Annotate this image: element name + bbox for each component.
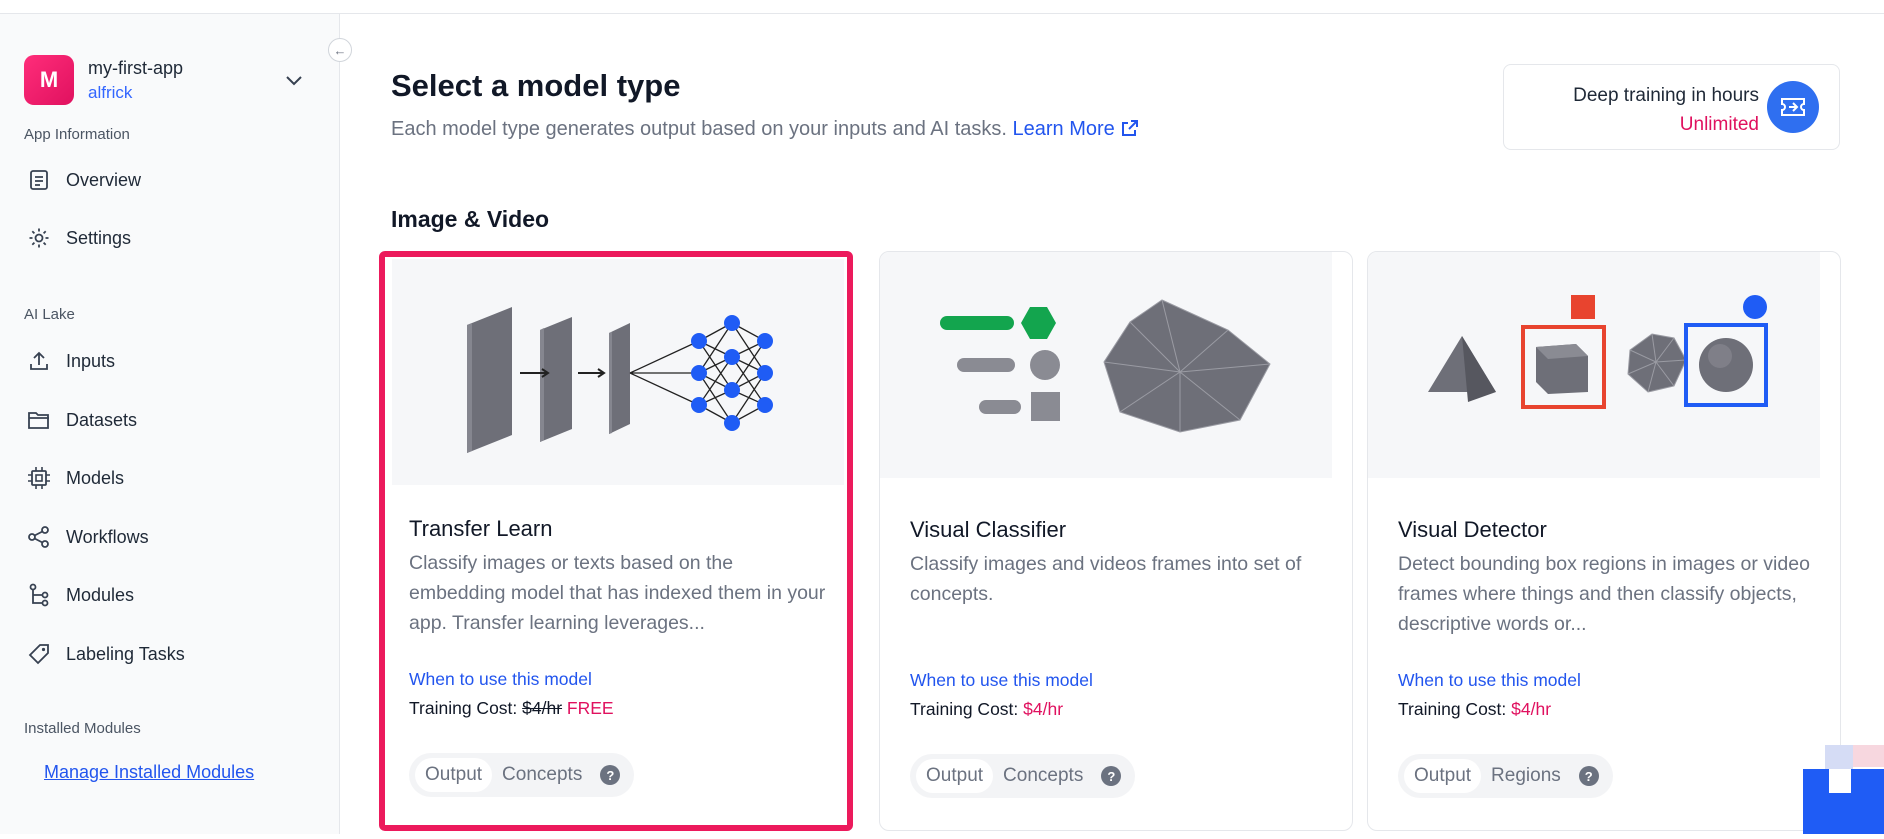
training-cost: Training Cost: $4/hr [910, 699, 1064, 719]
page-subtitle: Each model type generates output based o… [391, 118, 1140, 141]
app-switcher[interactable]: M my-first-app alfrick [24, 54, 314, 106]
tag-concepts[interactable]: Concepts [993, 759, 1093, 793]
card-description: Detect bounding box regions in images or… [1398, 553, 1810, 635]
sidebar-item-label: Datasets [66, 409, 138, 430]
top-bar [0, 0, 1884, 14]
tag-regions[interactable]: Regions [1481, 759, 1571, 793]
section-label-app-info: App Information [24, 126, 130, 143]
help-icon[interactable]: ? [1101, 766, 1122, 786]
share-icon [26, 524, 52, 550]
card-title: Visual Detector [1398, 517, 1547, 542]
sidebar: M my-first-app alfrick App Information O… [0, 14, 340, 834]
ticket-icon [1767, 81, 1819, 133]
card-title: Visual Classifier [910, 517, 1067, 542]
section-label-ai-lake: AI Lake [24, 306, 75, 323]
sidebar-item-label: Settings [66, 227, 132, 248]
sidebar-item-label: Models [66, 467, 125, 488]
visual-detector-illustration [1368, 252, 1820, 478]
gear-icon [26, 225, 52, 251]
model-card-visual-classifier[interactable]: Visual Classifier Classify images and vi… [879, 251, 1353, 831]
cost-value: $4/hr [1511, 699, 1552, 719]
model-card-transfer-learn[interactable]: Transfer Learn Classify images or texts … [379, 251, 853, 831]
chip-icon [26, 465, 52, 491]
tag-output[interactable]: Output [415, 758, 493, 792]
old-cost: $4/hr [522, 698, 563, 718]
sidebar-item-inputs[interactable]: Inputs [26, 344, 115, 378]
chat-widget-icon[interactable] [1803, 745, 1884, 834]
card-description: Classify images and videos frames into s… [910, 553, 1302, 605]
sidebar-item-models[interactable]: Models [26, 461, 124, 495]
training-cost: Training Cost: $4/hr [1398, 699, 1552, 719]
app-avatar: M [24, 55, 74, 105]
app-user[interactable]: alfrick [88, 83, 183, 103]
sidebar-item-modules[interactable]: Modules [26, 578, 134, 612]
app-name: my-first-app [88, 57, 184, 78]
sidebar-item-labeling-tasks[interactable]: Labeling Tasks [26, 637, 185, 671]
when-to-use-link[interactable]: When to use this model [910, 670, 1093, 691]
tree-icon [26, 582, 52, 608]
sidebar-item-label: Overview [66, 169, 142, 190]
external-link-icon [1122, 120, 1139, 136]
sidebar-item-overview[interactable]: Overview [26, 163, 141, 197]
subtitle-text: Each model type generates output based o… [391, 118, 1007, 140]
training-hours-value: Unlimited [1679, 114, 1759, 135]
card-title: Transfer Learn [409, 516, 553, 541]
sidebar-item-workflows[interactable]: Workflows [26, 520, 149, 554]
section-label-installed-modules: Installed Modules [24, 720, 141, 737]
collapse-sidebar-button[interactable]: ← [328, 38, 352, 62]
cost-value: FREE [566, 698, 614, 718]
tag-icon [26, 641, 52, 667]
sidebar-item-settings[interactable]: Settings [26, 221, 131, 255]
section-title-image-video: Image & Video [391, 206, 550, 232]
when-to-use-link[interactable]: When to use this model [409, 669, 592, 690]
training-cost: Training Cost: $4/hr FREE [409, 698, 614, 718]
tag-output[interactable]: Output [1404, 759, 1482, 793]
help-icon[interactable]: ? [1578, 766, 1599, 786]
document-icon [26, 167, 52, 193]
manage-installed-modules-link[interactable]: Manage Installed Modules [44, 762, 254, 783]
when-to-use-link[interactable]: When to use this model [1398, 670, 1581, 691]
learn-more-link[interactable]: Learn More [1013, 118, 1141, 140]
visual-classifier-illustration [880, 252, 1332, 478]
folder-icon [26, 407, 52, 433]
sidebar-item-datasets[interactable]: Datasets [26, 403, 137, 437]
chevron-down-icon[interactable] [284, 70, 304, 90]
tag-output[interactable]: Output [916, 759, 994, 793]
training-hours-card: Deep training in hours Unlimited [1503, 64, 1840, 150]
cost-value: $4/hr [1023, 699, 1064, 719]
sidebar-item-label: Modules [66, 584, 135, 605]
tag-concepts[interactable]: Concepts [492, 758, 592, 792]
card-tags: Output Concepts ? [409, 753, 635, 797]
card-tags: Output Regions ? [1398, 754, 1613, 798]
sidebar-item-label: Labeling Tasks [66, 643, 185, 664]
transfer-learn-illustration [392, 259, 844, 485]
sidebar-item-label: Inputs [66, 350, 116, 371]
page-title: Select a model type [391, 68, 681, 103]
card-description: Classify images or texts based on the em… [409, 552, 826, 634]
training-hours-label: Deep training in hours [1573, 85, 1759, 106]
card-tags: Output Concepts ? [910, 754, 1136, 798]
sidebar-item-label: Workflows [66, 526, 149, 547]
model-card-visual-detector[interactable]: Visual Detector Detect bounding box regi… [1367, 251, 1841, 831]
help-icon[interactable]: ? [600, 765, 621, 785]
upload-icon [26, 348, 52, 374]
arrow-left-icon: ← [333, 42, 347, 58]
